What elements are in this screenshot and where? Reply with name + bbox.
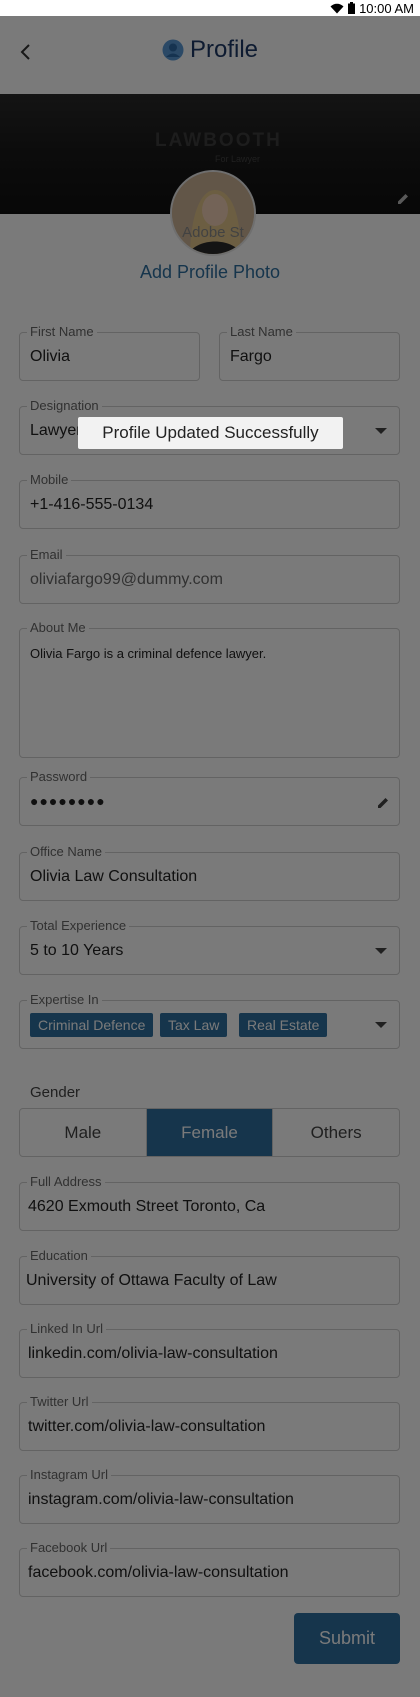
gender-option-others[interactable]: Others [273, 1109, 399, 1156]
app-bar: Profile [0, 16, 420, 94]
about-me-textarea[interactable]: About Me Olivia Fargo is a criminal defe… [19, 620, 400, 758]
last-name-field[interactable]: Last Name Fargo [219, 324, 400, 381]
expertise-chip[interactable]: Real Estate [239, 1013, 328, 1037]
pencil-icon[interactable] [376, 796, 390, 810]
twitter-url-label: Twitter Url [27, 1394, 92, 1410]
avatar-photo [172, 172, 254, 254]
password-label: Password [27, 769, 91, 785]
password-field[interactable]: Password ●●●●●●●● [19, 769, 400, 826]
first-name-label: First Name [27, 324, 97, 340]
designation-value: Lawyer [30, 422, 82, 439]
pencil-icon[interactable] [396, 192, 410, 206]
chevron-down-icon [375, 948, 387, 954]
twitter-url-value: twitter.com/olivia-law-consultation [28, 1418, 266, 1435]
page-title-text: Profile [189, 36, 259, 63]
mobile-field[interactable]: Mobile +1-416-555-0134 [19, 472, 400, 529]
user-avatar-icon [162, 39, 184, 61]
gender-label: Gender [30, 1084, 81, 1101]
chevron-down-icon [375, 428, 387, 434]
expertise-chip[interactable]: Tax Law [160, 1013, 228, 1037]
linkedin-url-field[interactable]: Linked In Url linkedin.com/olivia-law-co… [19, 1321, 400, 1378]
instagram-url-label: Instagram Url [27, 1467, 112, 1483]
twitter-url-field[interactable]: Twitter Url twitter.com/olivia-law-consu… [19, 1394, 400, 1451]
battery-icon [348, 2, 356, 14]
expertise-select[interactable]: Expertise In Criminal Defence Tax Law Re… [19, 992, 400, 1049]
facebook-url-value: facebook.com/olivia-law-consultation [28, 1564, 289, 1581]
about-me-label: About Me [27, 620, 89, 636]
wifi-icon [330, 3, 344, 13]
cover-logo-sub: For Lawyer [215, 154, 261, 164]
gender-option-male[interactable]: Male [20, 1109, 147, 1156]
chevron-down-icon [375, 1022, 387, 1028]
cover-logo: LAWBOOTH [155, 130, 282, 151]
facebook-url-field[interactable]: Facebook Url facebook.com/olivia-law-con… [19, 1540, 400, 1597]
submit-button[interactable]: Submit [294, 1613, 400, 1664]
experience-label: Total Experience [27, 918, 130, 934]
avatar-overlay-text: Adobe St [182, 224, 244, 241]
full-address-field[interactable]: Full Address 4620 Exmouth Street Toronto… [19, 1174, 400, 1231]
experience-value: 5 to 10 Years [30, 942, 124, 959]
password-value: ●●●●●●●● [30, 793, 106, 809]
status-bar: 10:00 AM [0, 0, 420, 16]
page-title: Profile [0, 36, 420, 64]
last-name-label: Last Name [227, 324, 296, 340]
linkedin-url-label: Linked In Url [27, 1321, 106, 1337]
email-field[interactable]: Email oliviafargo99@dummy.com [19, 547, 400, 604]
last-name-value: Fargo [230, 348, 272, 365]
first-name-field[interactable]: First Name Olivia [19, 324, 200, 381]
education-field[interactable]: Education University of Ottawa Faculty o… [19, 1248, 400, 1305]
expertise-label: Expertise In [27, 992, 102, 1008]
office-name-value: Olivia Law Consultation [30, 868, 198, 885]
profile-screen: Profile LAWBOOTH For Lawyer Adobe St Add… [0, 16, 420, 1697]
instagram-url-field[interactable]: Instagram Url instagram.com/olivia-law-c… [19, 1467, 400, 1524]
facebook-url-label: Facebook Url [27, 1540, 111, 1556]
linkedin-url-value: linkedin.com/olivia-law-consultation [28, 1345, 278, 1362]
expertise-chip[interactable]: Criminal Defence [30, 1013, 154, 1037]
mobile-label: Mobile [27, 472, 72, 488]
mobile-value: +1-416-555-0134 [30, 496, 154, 513]
office-name-field[interactable]: Office Name Olivia Law Consultation [19, 844, 400, 901]
gender-option-female[interactable]: Female [146, 1109, 274, 1156]
email-label: Email [27, 547, 66, 563]
avatar[interactable]: Adobe St [170, 170, 256, 256]
add-profile-photo-link[interactable]: Add Profile Photo [0, 262, 420, 283]
education-label: Education [27, 1248, 91, 1264]
status-time: 10:00 AM [359, 0, 414, 16]
designation-label: Designation [27, 398, 102, 414]
full-address-label: Full Address [27, 1174, 105, 1190]
email-value: oliviafargo99@dummy.com [30, 571, 223, 588]
about-me-value: Olivia Fargo is a criminal defence lawye… [30, 646, 267, 661]
office-name-label: Office Name [27, 844, 106, 860]
gender-segmented-control: Male Female Others [19, 1108, 400, 1157]
education-value: University of Ottawa Faculty of Law [26, 1272, 277, 1289]
first-name-value: Olivia [30, 348, 71, 365]
experience-select[interactable]: Total Experience 5 to 10 Years [19, 918, 400, 975]
instagram-url-value: instagram.com/olivia-law-consultation [28, 1491, 294, 1508]
full-address-value: 4620 Exmouth Street Toronto, Ca [28, 1198, 266, 1215]
toast-message: Profile Updated Successfully [78, 417, 343, 449]
